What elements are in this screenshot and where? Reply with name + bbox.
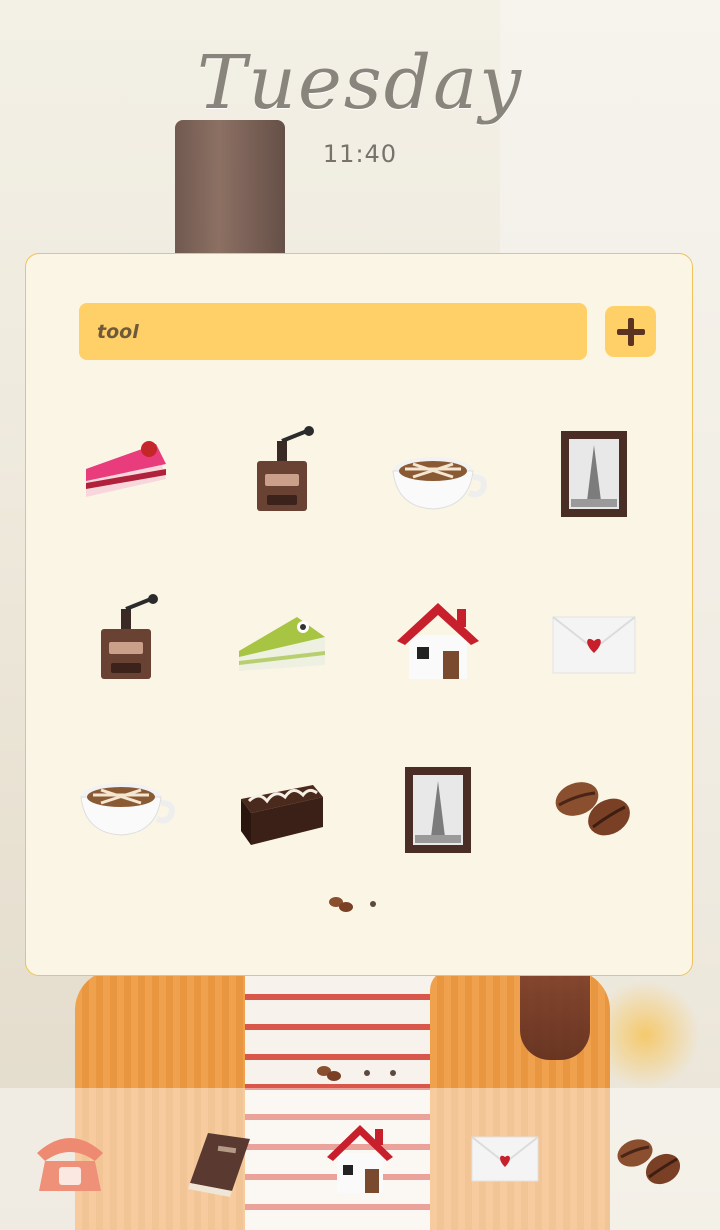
app-icon-cell[interactable] [207,399,357,549]
book-icon [188,1133,250,1197]
panel-page-indicator [326,892,396,916]
app-icon-cell[interactable] [51,735,201,885]
coffee-beans-icon [617,1139,681,1185]
search-value: tool [97,320,139,343]
dock-phone[interactable] [10,1098,130,1218]
coffee-grinder-icon [101,594,158,679]
dock-coffee[interactable] [590,1098,710,1218]
search-input[interactable]: tool [79,303,587,360]
coffee-beans-icon [329,897,353,912]
dock-mail[interactable] [445,1098,565,1218]
eiffel-frame-icon [561,431,627,517]
app-icon-cell[interactable] [519,399,669,549]
plus-icon [616,317,645,346]
latte-cup-icon [80,783,175,836]
dock-book[interactable] [155,1098,275,1218]
app-icon-cell[interactable] [363,735,513,885]
letter-heart-icon [552,616,636,674]
dock-home[interactable] [300,1098,420,1218]
app-drawer-panel: tool [25,253,693,976]
app-icon-cell[interactable] [207,567,357,717]
dock [0,1088,720,1230]
app-icon-grid [51,399,669,899]
coffee-beans-icon [317,1066,341,1081]
coffee-grinder-icon [257,426,314,511]
app-icon-cell[interactable] [51,567,201,717]
clock-time: 11:40 [322,140,398,168]
page-dot [390,1070,396,1076]
home-icon [327,1125,393,1193]
cake-slice-green-icon [239,617,325,671]
add-button[interactable] [605,306,656,357]
app-icon-cell[interactable] [519,735,669,885]
app-icon-cell[interactable] [363,399,513,549]
eiffel-frame-icon [405,767,471,853]
home-page-indicator [314,1063,396,1083]
wallpaper-hair [520,970,590,1060]
app-icon-cell[interactable] [363,567,513,717]
brownie-icon [241,785,323,845]
page-dot [370,901,376,907]
page-dot [364,1070,370,1076]
app-icon-cell[interactable] [51,399,201,549]
latte-cup-icon [392,457,487,510]
app-icon-cell[interactable] [207,735,357,885]
app-icon-cell[interactable] [519,567,669,717]
letter-heart-icon [471,1136,539,1182]
coffee-beans-icon [555,782,630,836]
phone-icon [37,1138,103,1191]
clock-day: Tuesday [196,40,524,126]
cake-slice-pink-icon [86,441,166,497]
home-icon [397,603,479,679]
